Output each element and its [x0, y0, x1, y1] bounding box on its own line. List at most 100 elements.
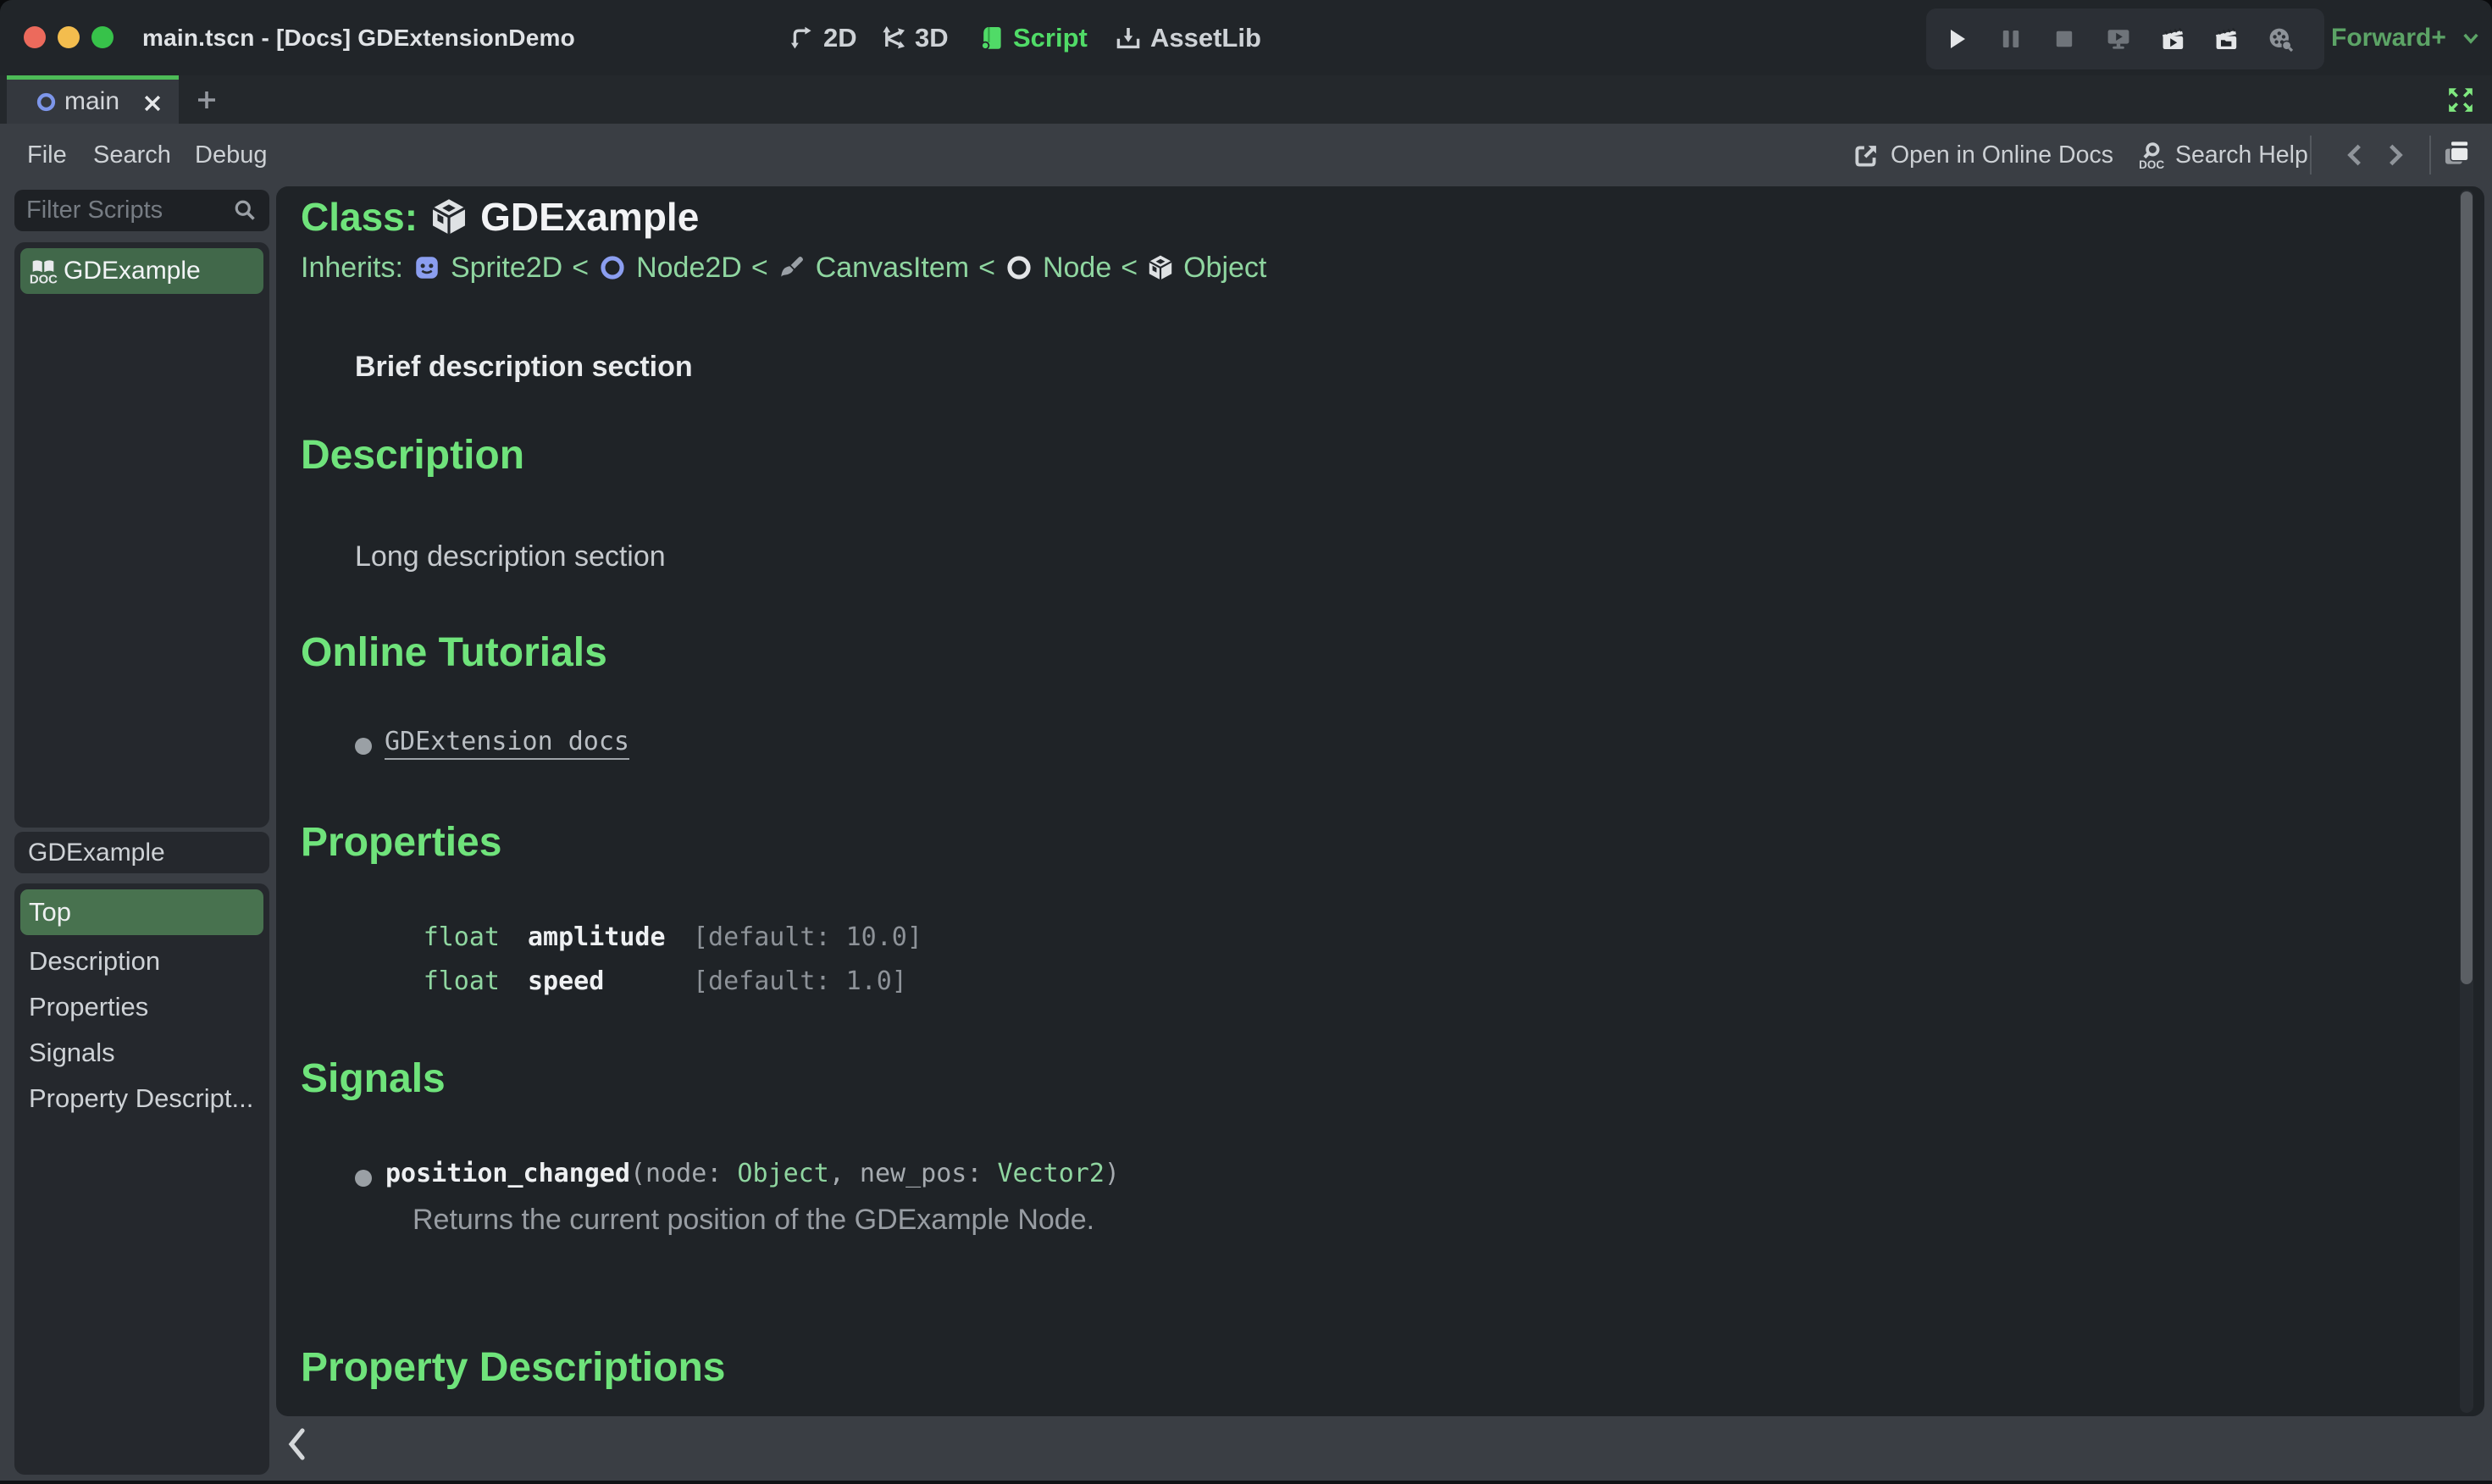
- workspace-tab-2d[interactable]: 2D: [788, 0, 857, 75]
- inherits-link-object[interactable]: Object: [1183, 252, 1266, 285]
- workspace-tab-3d[interactable]: 3D: [879, 0, 949, 75]
- menu-search[interactable]: Search: [93, 124, 171, 187]
- section-heading-description: Description: [301, 433, 525, 478]
- class-name: GDExample: [480, 195, 700, 239]
- play-custom-scene-button[interactable]: [2207, 20, 2245, 58]
- scripts-panel-toggle-icon[interactable]: [2441, 138, 2472, 169]
- signal-signature: position_changed(node: Object, new_pos: …: [385, 1159, 1120, 1188]
- toolbar-separator: [2310, 136, 2312, 174]
- member-item-signals[interactable]: Signals: [20, 1030, 263, 1076]
- open-in-online-docs-button[interactable]: Open in Online Docs: [1852, 124, 2113, 187]
- member-item-description[interactable]: Description: [20, 939, 263, 984]
- signal-arg2-type[interactable]: Vector2: [997, 1159, 1104, 1188]
- menu-file[interactable]: File: [27, 124, 67, 187]
- rendering-method-dropdown[interactable]: Forward+: [2331, 0, 2482, 75]
- section-heading-tutorials: Online Tutorials: [301, 630, 607, 675]
- property-name[interactable]: speed: [528, 966, 604, 996]
- distraction-free-mode-button[interactable]: [2446, 86, 2475, 114]
- minimize-window-button[interactable]: [58, 26, 80, 48]
- play-remote-icon: [2107, 30, 2129, 49]
- window-title: main.tscn - [Docs] GDExtensionDemo: [142, 24, 575, 51]
- signal-punct: ): [1104, 1159, 1120, 1188]
- scripts-panel-collapse-button[interactable]: [283, 1425, 312, 1464]
- scene-tab-main[interactable]: main: [7, 75, 179, 124]
- tutorial-link[interactable]: GDExtension docs: [385, 727, 629, 760]
- signal-arg1-type[interactable]: Object: [737, 1159, 828, 1188]
- member-item-property-descriptions[interactable]: Property Descript...: [20, 1076, 263, 1121]
- workspace-tab-script[interactable]: Script: [977, 0, 1088, 75]
- toolbar-separator-2: [2429, 136, 2431, 174]
- doc-scrollbar-grabber[interactable]: [2461, 191, 2473, 984]
- search-icon: [235, 200, 255, 220]
- workspace-3d-label: 3D: [915, 22, 949, 53]
- close-window-button[interactable]: [24, 26, 46, 48]
- play-scene-icon: [2162, 27, 2183, 49]
- play-remote-button[interactable]: [2100, 20, 2137, 58]
- menu-debug-label: Debug: [195, 141, 268, 169]
- brief-description: Brief description section: [355, 351, 693, 383]
- inherits-link-node[interactable]: Node: [1043, 252, 1111, 285]
- inherits-link-sprite2d[interactable]: Sprite2D: [451, 252, 562, 285]
- property-type[interactable]: float: [395, 966, 500, 996]
- inherits-link-canvasitem[interactable]: CanvasItem: [816, 252, 969, 285]
- member-item-properties[interactable]: Properties: [20, 984, 263, 1030]
- signal-punct: (node:: [629, 1159, 738, 1188]
- pause-button[interactable]: [1992, 20, 2030, 58]
- title-bar: main.tscn - [Docs] GDExtensionDemo 2D 3D: [0, 0, 2492, 75]
- node2d-icon: [601, 256, 624, 280]
- workspace-assetlib-label: AssetLib: [1150, 22, 1261, 53]
- script-item-gdexample[interactable]: DOC GDExample: [20, 248, 263, 294]
- stop-icon: [2057, 30, 2073, 47]
- filter-scripts-input[interactable]: Filter Scripts: [14, 190, 269, 231]
- rendering-method-label: Forward+: [2331, 23, 2446, 52]
- object-icon: [1149, 255, 1172, 280]
- canvasitem-icon: [780, 257, 803, 277]
- chevron-down-icon: [2463, 33, 2478, 44]
- member-item-label: Top: [29, 897, 71, 927]
- zoom-window-button[interactable]: [91, 26, 114, 48]
- members-overview-header: GDExample: [14, 832, 269, 873]
- movie-maker-button[interactable]: [2262, 20, 2299, 58]
- menu-file-label: File: [27, 141, 67, 169]
- class-keyword: Class:: [301, 195, 418, 239]
- inherits-separator: <: [572, 251, 590, 284]
- object-class-icon: [432, 199, 466, 235]
- play-button[interactable]: [1938, 20, 1975, 58]
- script-editor-workspace: Filter Scripts DOC GDExample GDExample T…: [0, 186, 2492, 1481]
- signal-name[interactable]: position_changed: [385, 1159, 630, 1188]
- movie-maker-icon: [2269, 28, 2294, 53]
- signal-description: Returns the current position of the GDEx…: [413, 1204, 1095, 1236]
- property-type[interactable]: float: [395, 922, 500, 952]
- filter-scripts-placeholder: Filter Scripts: [26, 197, 163, 224]
- run-bar: [1926, 8, 2324, 69]
- history-forward-button[interactable]: [2378, 139, 2411, 171]
- long-description: Long description section: [355, 540, 666, 573]
- member-item-label: Description: [29, 946, 161, 976]
- menu-debug[interactable]: Debug: [195, 124, 267, 187]
- workspace-2d-label: 2D: [823, 22, 857, 53]
- close-tab-icon[interactable]: [141, 91, 164, 115]
- play-scene-button[interactable]: [2154, 20, 2191, 58]
- workspace-script-label: Script: [1013, 22, 1088, 53]
- property-name[interactable]: amplitude: [528, 922, 666, 952]
- node-icon: [1007, 256, 1031, 280]
- play-icon: [1951, 30, 1965, 48]
- inherits-separator: <: [978, 251, 995, 284]
- inherits-link-node2d[interactable]: Node2D: [636, 252, 742, 285]
- stop-button[interactable]: [2046, 20, 2083, 58]
- workspace-tab-assetlib[interactable]: AssetLib: [1115, 0, 1261, 75]
- script-editor-menu-bar: File Search Debug Open in Online Docs DO…: [0, 124, 2492, 187]
- class-title: Class: GDExample: [301, 191, 699, 243]
- search-help-button[interactable]: DOC Search Help: [2136, 124, 2308, 187]
- member-item-top[interactable]: Top: [20, 889, 263, 935]
- sprite2d-icon: [416, 257, 438, 279]
- history-back-button[interactable]: [2340, 139, 2372, 171]
- scene-tab-bar: main: [0, 75, 2492, 124]
- members-overview-list: Top Description Properties Signals Prope…: [14, 883, 269, 1475]
- external-link-icon: [1855, 145, 1877, 167]
- member-item-label: Properties: [29, 992, 149, 1022]
- add-scene-tab-button[interactable]: [193, 86, 220, 114]
- svg-text:DOC: DOC: [30, 273, 58, 285]
- window-bottom-edge: [0, 1481, 2492, 1484]
- pause-icon: [2002, 30, 2019, 47]
